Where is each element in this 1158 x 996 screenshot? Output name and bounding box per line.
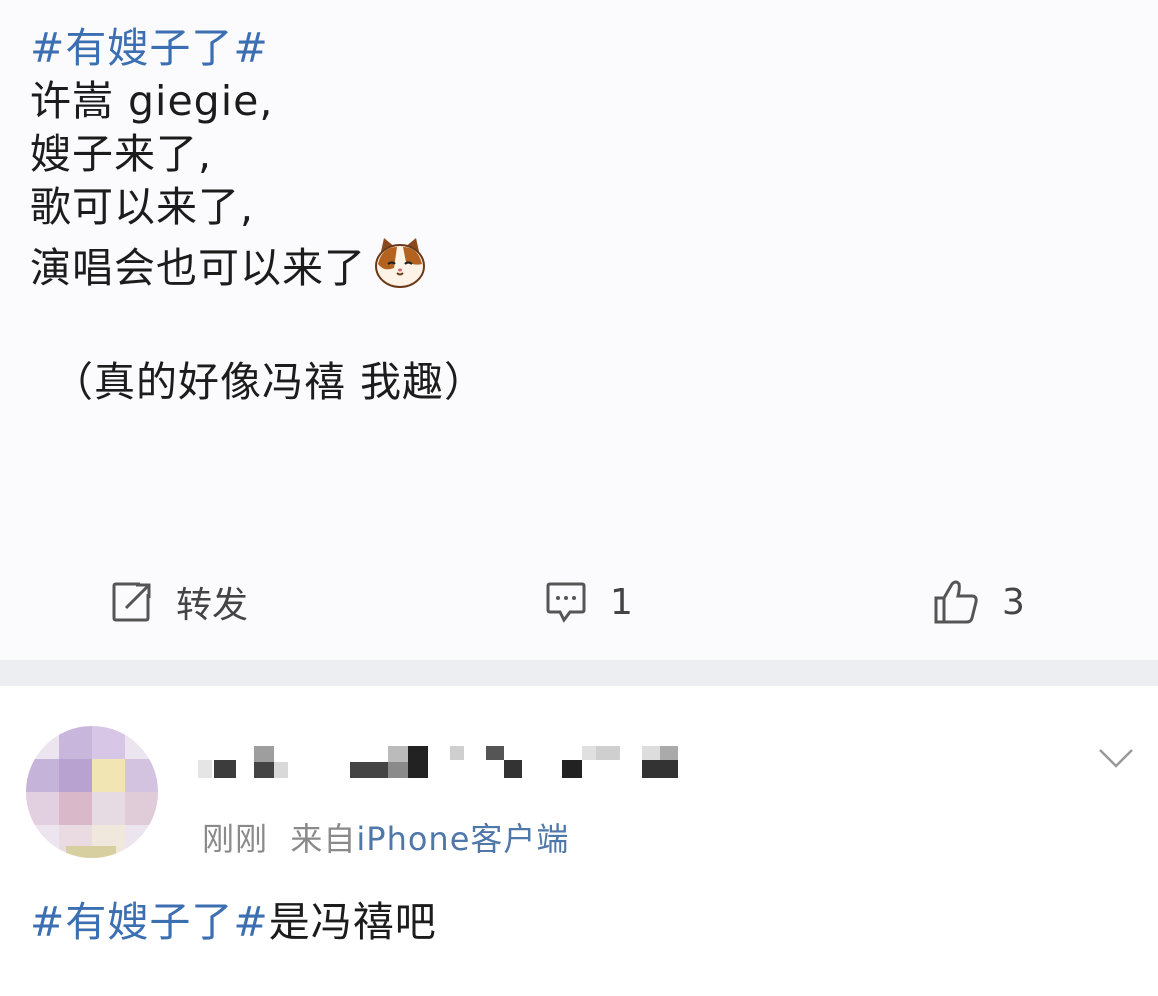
chevron-down-icon[interactable] [1098, 746, 1134, 774]
comment-button[interactable]: 1 [544, 578, 633, 626]
comment-text: 是冯禧吧 [268, 898, 437, 946]
comment-card: 刚刚 来自iPhone客户端 #有嫂子了#是冯禧吧 [0, 686, 1158, 996]
post-line-4: 演唱会也可以来了 [30, 244, 366, 292]
post-action-bar: 转发 1 3 [0, 552, 1158, 652]
post-quote: （真的好像冯禧 我趣） [52, 358, 487, 406]
like-count: 3 [1002, 581, 1025, 623]
comment-meta: 刚刚 来自iPhone客户端 [202, 814, 569, 860]
comment-time: 刚刚 [202, 820, 269, 858]
section-divider [0, 660, 1158, 686]
post-line-4-row: 演唱会也可以来了 [30, 234, 1130, 295]
username-blurred[interactable] [198, 744, 688, 786]
post-topic-link[interactable]: #有嫂子了# [30, 22, 1130, 75]
repost-icon [110, 580, 154, 624]
thumbs-up-icon [932, 578, 980, 626]
comment-source-label: 来自 [290, 820, 357, 858]
post-body: #有嫂子了# 许嵩 giegie, 嫂子来了, 歌可以来了, 演唱会也可以来了 … [30, 22, 1130, 409]
comment-count: 1 [610, 581, 633, 623]
comment-text-row: #有嫂子了#是冯禧吧 [30, 896, 437, 949]
avatar[interactable] [26, 726, 158, 858]
comment-icon [544, 580, 588, 624]
post-line-1: 许嵩 giegie, [30, 77, 274, 125]
like-button[interactable]: 3 [932, 578, 1025, 626]
post-line-2: 嫂子来了, [30, 130, 213, 178]
post-card: #有嫂子了# 许嵩 giegie, 嫂子来了, 歌可以来了, 演唱会也可以来了 … [0, 0, 1158, 660]
comment-client: iPhone客户端 [356, 820, 570, 858]
comment-topic-link[interactable]: #有嫂子了# [30, 898, 269, 946]
repost-label: 转发 [176, 585, 249, 626]
repost-button[interactable]: 转发 [110, 578, 248, 626]
post-line-3: 歌可以来了, [30, 183, 255, 231]
cat-face-emoji-icon [372, 234, 428, 290]
